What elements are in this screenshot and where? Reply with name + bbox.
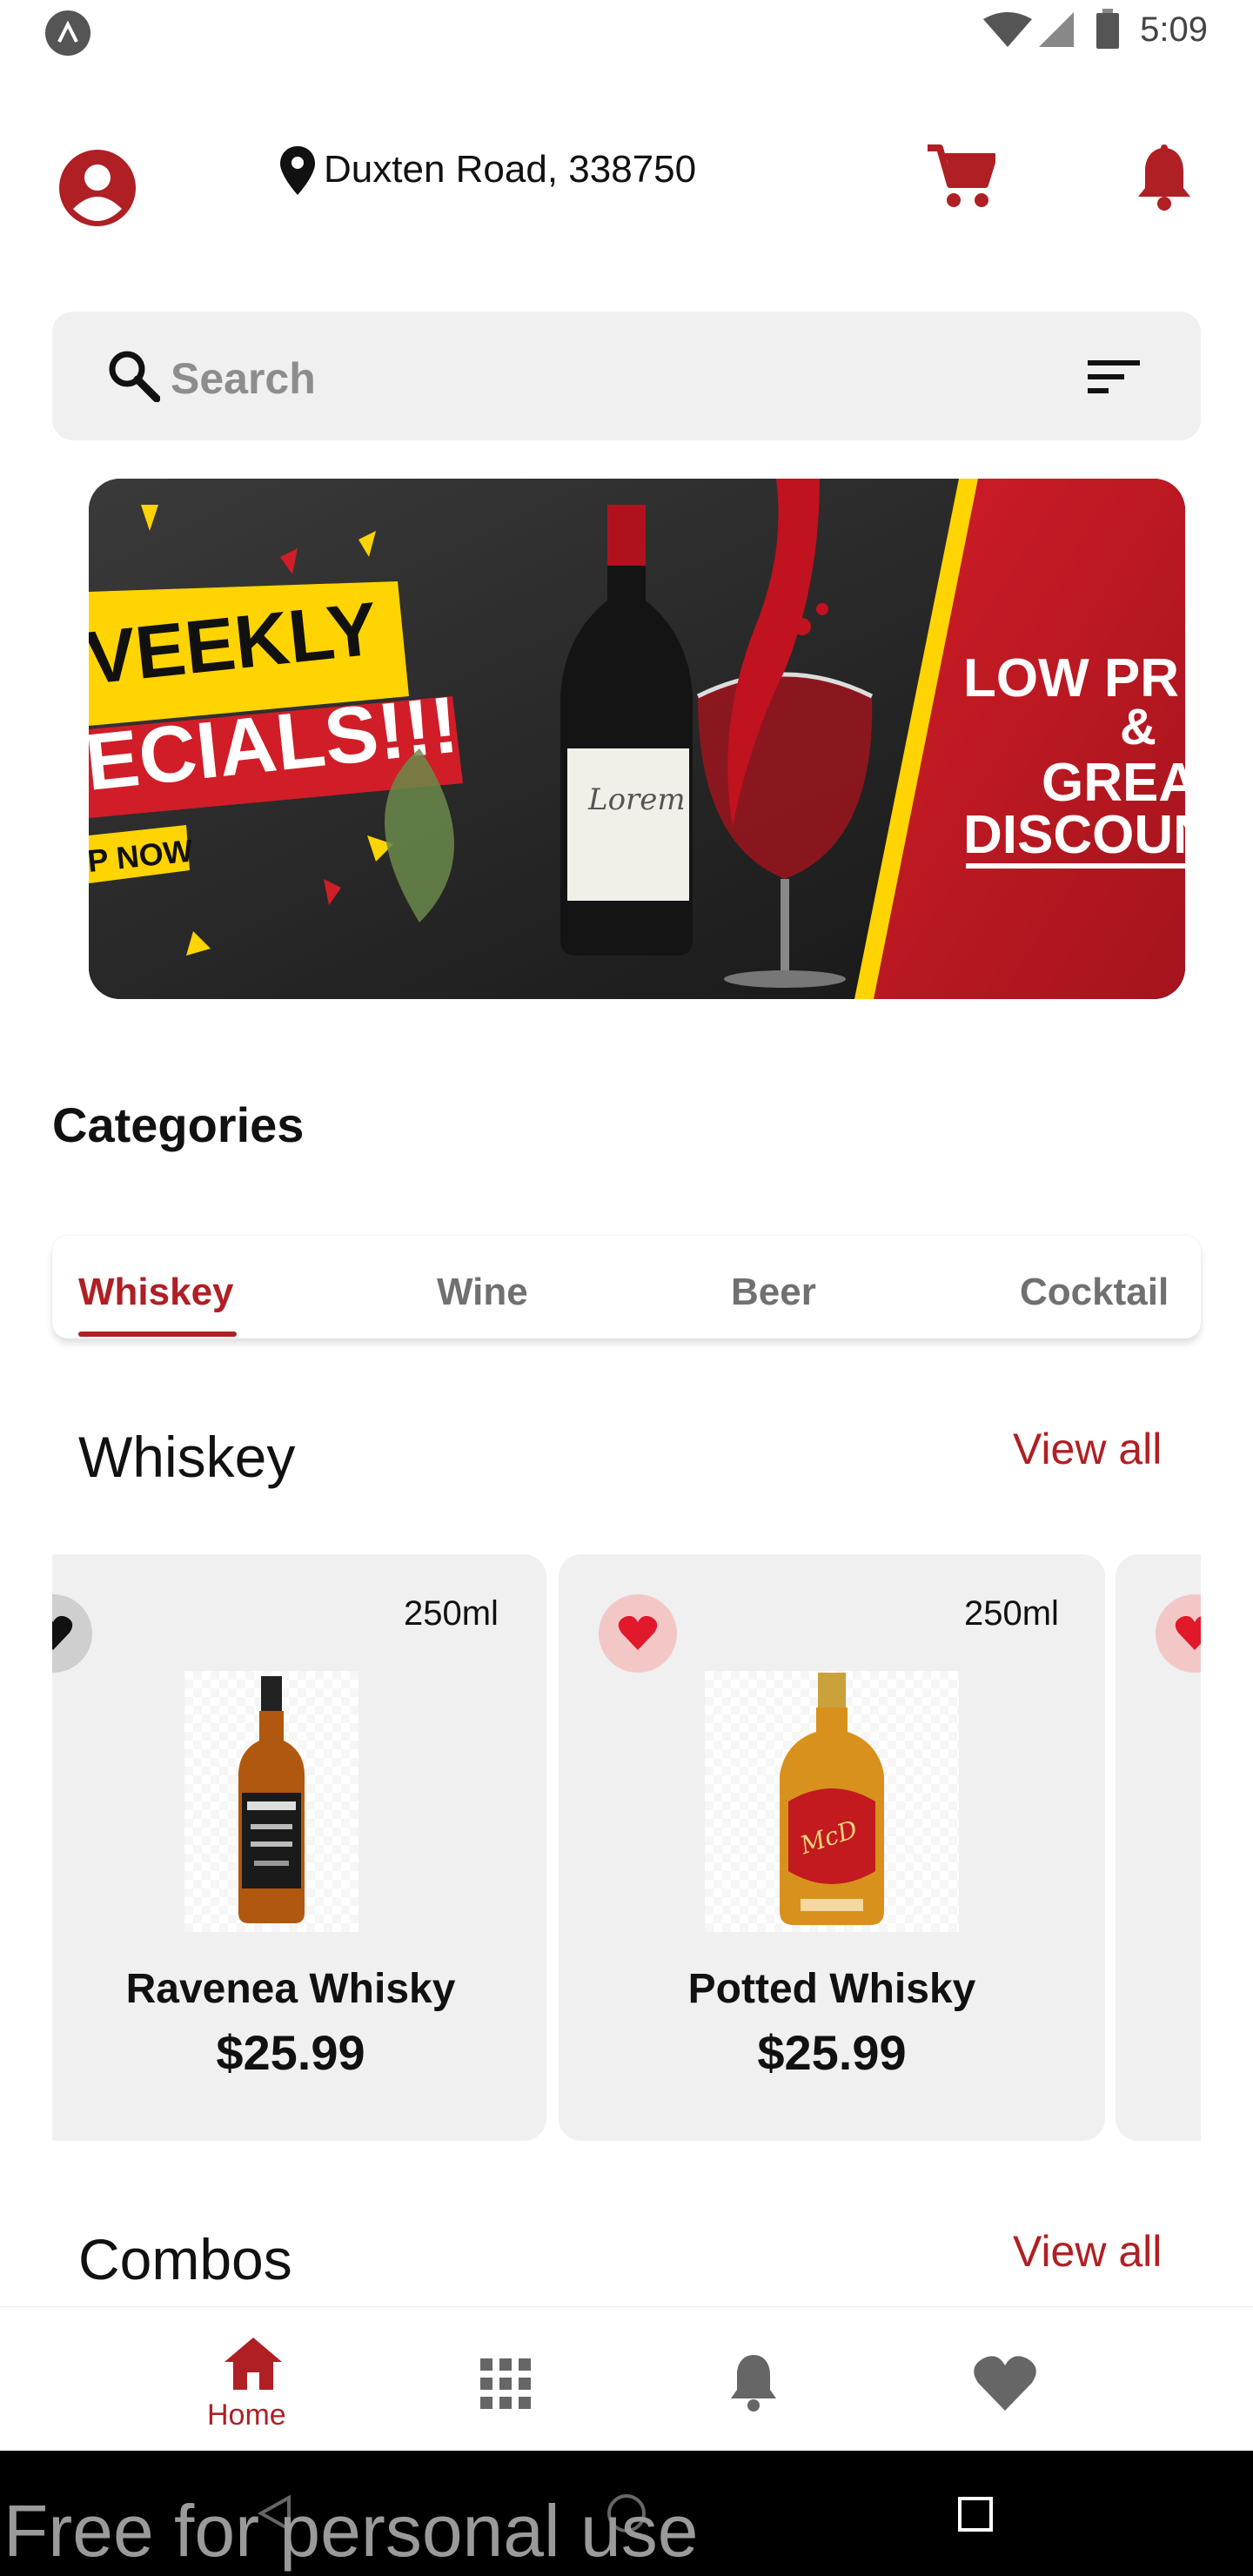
combos-view-all-link[interactable]: View all bbox=[1013, 2226, 1162, 2277]
heart-icon bbox=[618, 1615, 658, 1650]
categories-grid-icon[interactable] bbox=[480, 2358, 531, 2409]
location-text[interactable]: Duxten Road, 338750 bbox=[324, 148, 696, 191]
tab-wine[interactable]: Wine bbox=[437, 1271, 528, 1314]
product-name: Ravenea Whisky bbox=[125, 1966, 456, 2012]
product-price: $25.99 bbox=[757, 2025, 907, 2080]
nav-notification-bell-icon[interactable] bbox=[729, 2351, 778, 2412]
status-bar: 5:09 bbox=[0, 0, 1253, 63]
product-size: 250ml bbox=[964, 1594, 1059, 1633]
app-badge-icon bbox=[45, 10, 90, 56]
banner-right3: GREA bbox=[1042, 753, 1185, 813]
product-card[interactable]: 250ml McD Potted Whisky $25.99 bbox=[559, 1554, 1105, 2141]
bottle-label-text: Lorem bbox=[587, 782, 686, 817]
favorite-toggle[interactable] bbox=[52, 1594, 92, 1673]
banner-right4: DISCOUN bbox=[963, 805, 1185, 865]
heart-icon bbox=[1175, 1615, 1201, 1650]
cell-signal-icon bbox=[1039, 12, 1074, 47]
home-icon[interactable] bbox=[224, 2338, 282, 2390]
product-name: Potted Whisky bbox=[687, 1966, 976, 2012]
bottom-navigation bbox=[0, 2306, 1253, 2452]
tab-whiskey[interactable]: Whiskey bbox=[78, 1271, 234, 1314]
whiskey-bottle-image bbox=[238, 1676, 305, 1923]
product-size: 250ml bbox=[404, 1594, 499, 1633]
whiskey-view-all-link[interactable]: View all bbox=[1013, 1424, 1162, 1474]
categories-title: Categories bbox=[52, 1097, 305, 1152]
recents-square-icon[interactable] bbox=[957, 2496, 994, 2532]
product-image: McD bbox=[705, 1671, 959, 1932]
location-pin-icon bbox=[280, 146, 315, 195]
favorite-toggle[interactable] bbox=[599, 1594, 677, 1673]
search-icon bbox=[109, 351, 160, 402]
banner-right2: & bbox=[1120, 699, 1156, 755]
whiskey-bottle-image: McD bbox=[780, 1673, 884, 1925]
wifi-icon bbox=[983, 12, 1032, 47]
tab-beer[interactable]: Beer bbox=[731, 1271, 816, 1314]
combos-section-title: Combos bbox=[78, 2227, 292, 2291]
status-time: 5:09 bbox=[1140, 10, 1208, 49]
whiskey-section-title: Whiskey bbox=[78, 1425, 296, 1489]
filter-sort-icon[interactable] bbox=[1088, 357, 1142, 397]
nav-home-label[interactable]: Home bbox=[207, 2398, 286, 2432]
battery-icon bbox=[1096, 9, 1119, 49]
promo-banner[interactable]: VEEKLY ECIALS!!! P NOW Lorem LOW PR & GR… bbox=[89, 479, 1185, 999]
product-image bbox=[184, 1671, 358, 1932]
heart-icon bbox=[52, 1615, 73, 1650]
notification-bell-icon[interactable] bbox=[1136, 144, 1192, 211]
active-tab-indicator bbox=[78, 1332, 237, 1337]
product-price: $25.99 bbox=[216, 2025, 365, 2080]
product-card[interactable] bbox=[1116, 1554, 1201, 2141]
favorites-heart-icon[interactable] bbox=[973, 2355, 1037, 2412]
tab-cocktail[interactable]: Cocktail bbox=[1020, 1271, 1169, 1314]
watermark-text: Free for personal use bbox=[3, 2490, 699, 2572]
whiskey-product-carousel[interactable]: 250ml Ravenea Whisky $25.99 250ml McD Po… bbox=[52, 1554, 1201, 2143]
product-card[interactable]: 250ml Ravenea Whisky $25.99 bbox=[52, 1554, 546, 2141]
search-input[interactable]: Search bbox=[171, 353, 316, 404]
cart-icon[interactable] bbox=[928, 144, 995, 209]
promo-banner-artwork: VEEKLY ECIALS!!! P NOW Lorem LOW PR & GR… bbox=[89, 479, 1185, 999]
profile-avatar-icon[interactable] bbox=[57, 148, 137, 228]
favorite-toggle[interactable] bbox=[1156, 1594, 1201, 1673]
